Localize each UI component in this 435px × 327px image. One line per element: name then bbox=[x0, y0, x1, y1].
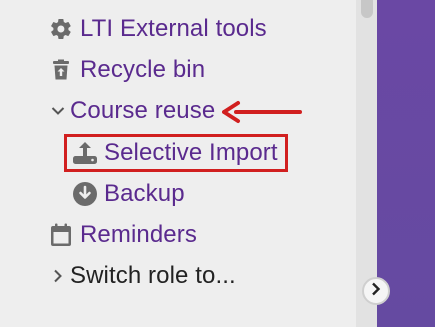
chevron-down-icon bbox=[50, 98, 66, 124]
main-content-area bbox=[377, 0, 435, 327]
sidebar-item-label: Recycle bin bbox=[80, 56, 206, 83]
sidebar-item-switch-role[interactable]: Switch role to... bbox=[50, 259, 236, 293]
annotation-arrow bbox=[222, 101, 302, 123]
sidebar-item-label: Backup bbox=[104, 180, 185, 207]
sidebar-item-course-reuse[interactable]: Course reuse bbox=[50, 94, 215, 128]
sidebar-nav: LTI External tools Recycle bin Course re… bbox=[0, 0, 356, 327]
gear-icon bbox=[48, 16, 74, 42]
sidebar-item-label: Switch role to... bbox=[70, 262, 236, 289]
download-circle-icon bbox=[72, 181, 98, 207]
sidebar-item-backup[interactable]: Backup bbox=[72, 177, 185, 211]
calendar-icon bbox=[48, 222, 74, 248]
highlight-box bbox=[64, 134, 288, 172]
sidebar-item-lti-external-tools[interactable]: LTI External tools bbox=[48, 12, 267, 46]
chevron-right-icon bbox=[371, 282, 381, 301]
scrollbar-thumb[interactable] bbox=[361, 0, 373, 18]
sidebar-item-recycle-bin[interactable]: Recycle bin bbox=[48, 53, 205, 87]
sidebar-item-label: LTI External tools bbox=[80, 15, 267, 42]
chevron-right-icon bbox=[50, 263, 66, 289]
sidebar-item-label: Reminders bbox=[80, 221, 197, 248]
trash-icon bbox=[48, 57, 74, 83]
sidebar-item-label: Course reuse bbox=[70, 97, 216, 124]
sidebar-item-reminders[interactable]: Reminders bbox=[48, 218, 197, 252]
collapse-drawer-button[interactable] bbox=[362, 277, 390, 305]
